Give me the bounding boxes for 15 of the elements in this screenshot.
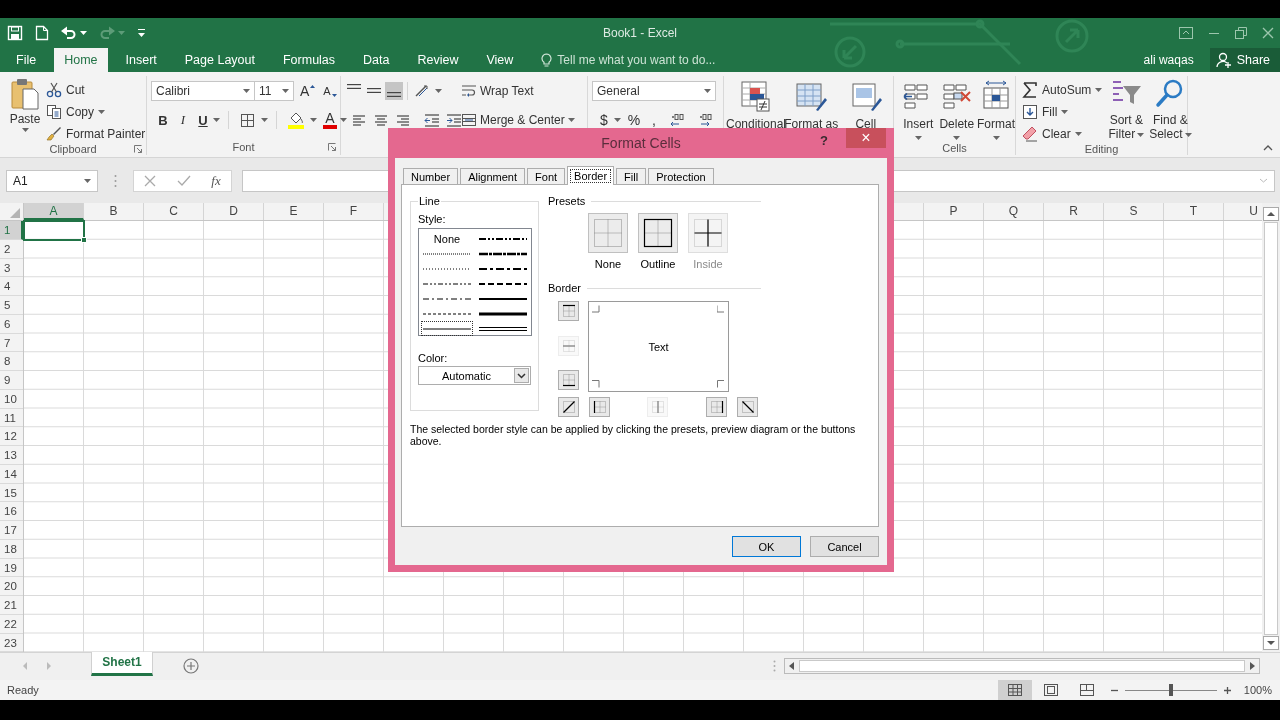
- group-label: Editing: [1084, 143, 1119, 155]
- user-name: ali waqas: [1143, 52, 1194, 69]
- section-label: Presets: [548, 195, 586, 207]
- preview-text: Text: [648, 340, 669, 353]
- group-label: Cells: [942, 141, 967, 154]
- field-label: Color:: [418, 352, 449, 364]
- group-label: Line: [418, 195, 441, 207]
- window-title: Book1 - Excel: [602, 26, 677, 40]
- group-label: Font: [232, 141, 255, 153]
- dialog-title: Format Cells: [601, 135, 681, 151]
- section-label: Border: [548, 282, 582, 294]
- field-label: Style:: [418, 213, 447, 225]
- status-text: Ready: [6, 684, 39, 696]
- group-label: Clipboard: [49, 143, 97, 155]
- hint-text: The selected border style can be applied by clicking the presets, preview diagram or the buttons above.: [410, 423, 857, 447]
